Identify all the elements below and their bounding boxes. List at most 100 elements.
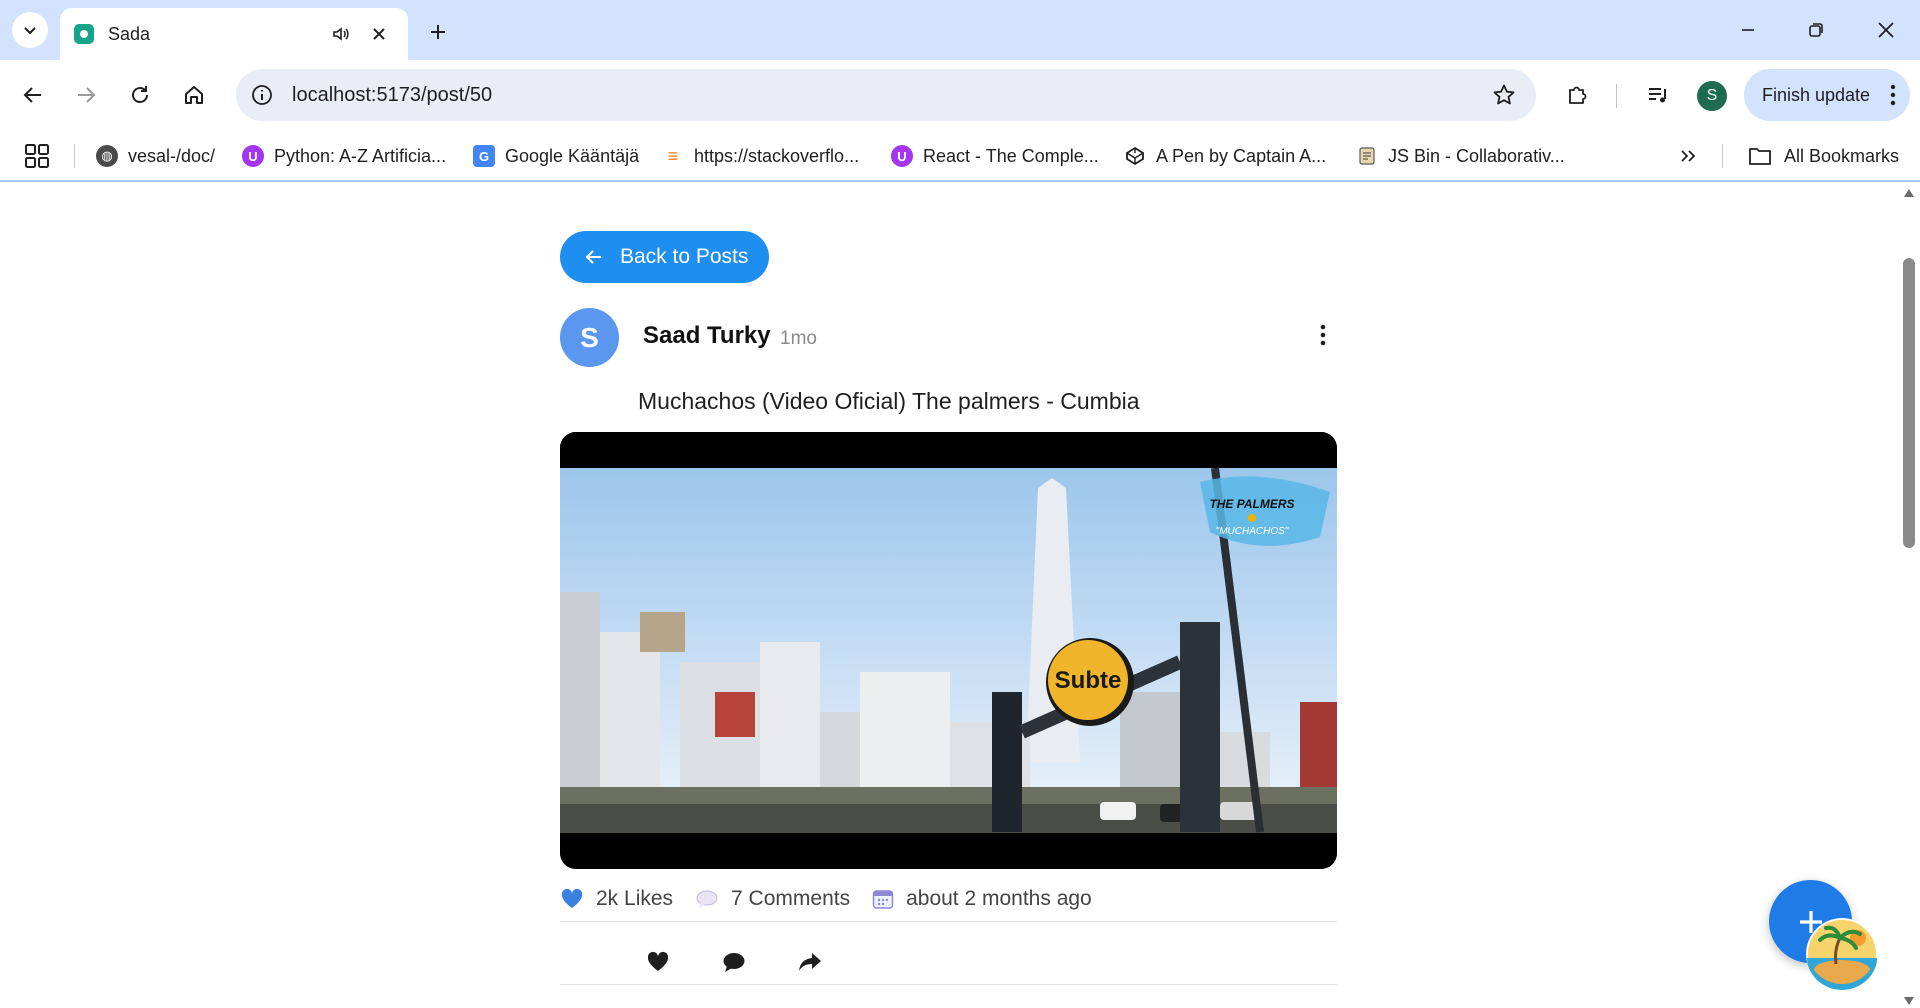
page-scrollbar[interactable] (1898, 184, 1920, 1008)
all-bookmarks-label: All Bookmarks (1784, 145, 1900, 166)
date-stat: about 2 months ago (872, 887, 1092, 911)
browser-tab-active[interactable]: Sada (60, 8, 408, 60)
browser-toolbar: localhost:5173/post/50 S Finish update (0, 60, 1920, 130)
video-frame: Subte THE PALMERS "MUCHACHOS" (560, 432, 1337, 869)
bookmarks-bar: ◍ vesal-/doc/ U Python: A-Z Artificia...… (0, 130, 1920, 182)
all-bookmarks-button[interactable]: All Bookmarks (1748, 142, 1899, 170)
more-vert-icon (1320, 324, 1326, 346)
close-icon (1878, 22, 1894, 38)
share-arrow-icon (799, 953, 821, 971)
udemy-icon: U (891, 145, 913, 167)
arrow-left-icon (585, 250, 601, 264)
post-date: about 2 months ago (906, 887, 1092, 910)
bookmark-star-icon[interactable] (1484, 75, 1524, 115)
like-button[interactable] (640, 944, 676, 980)
page-viewport: Back to Posts S Saad Turky 1mo Muchachos… (0, 184, 1898, 1008)
bookmark-label: Python: A-Z Artificia... (274, 145, 447, 166)
tab-search-button[interactable] (12, 12, 48, 48)
bookmark-label: vesal-/doc/ (128, 145, 216, 166)
comments-count: 7 Comments (731, 887, 851, 910)
speaker-icon[interactable] (326, 19, 356, 49)
back-to-posts-button[interactable]: Back to Posts (560, 231, 769, 283)
video-overlay-subtitle: "MUCHACHOS" (1216, 526, 1289, 537)
author-name[interactable]: Saad Turky (643, 322, 771, 350)
tab-title: Sada (108, 23, 151, 44)
tab-strip: Sada (0, 0, 1920, 60)
finish-update-button[interactable]: Finish update (1744, 69, 1910, 121)
reload-icon (132, 86, 148, 103)
bookmark-vesal-doc[interactable]: ◍ vesal-/doc/ (96, 142, 215, 170)
bookmarks-divider (74, 144, 75, 168)
comments-stat[interactable]: 7 Comments (695, 887, 850, 911)
post-options-button[interactable] (1308, 320, 1338, 350)
toolbar-divider (1616, 84, 1617, 108)
jsbin-icon (1356, 145, 1378, 167)
minimize-button[interactable] (1720, 6, 1776, 54)
back-nav-button[interactable] (13, 75, 53, 115)
finish-update-label: Finish update (1762, 84, 1871, 105)
share-button[interactable] (792, 944, 828, 980)
bookmarks-overflow-button[interactable] (1672, 142, 1704, 170)
divider-bottom (560, 984, 1337, 985)
home-icon (185, 86, 203, 104)
minimize-icon (1742, 29, 1754, 31)
speech-bubble-icon (695, 889, 719, 909)
back-to-posts-label: Back to Posts (620, 245, 749, 268)
likes-stat[interactable]: 2k Likes (560, 887, 673, 911)
bookmark-label: https://stackoverflo... (694, 145, 860, 166)
bookmark-react-course[interactable]: U React - The Comple... (891, 142, 1099, 170)
media-queue-icon (1649, 88, 1666, 103)
profile-avatar[interactable]: S (1697, 81, 1727, 111)
video-player[interactable]: Subte THE PALMERS "MUCHACHOS" (560, 432, 1337, 869)
extensions-button[interactable] (1558, 75, 1598, 115)
plus-icon (431, 25, 445, 39)
address-bar[interactable]: localhost:5173/post/50 (236, 69, 1536, 121)
media-control-button[interactable] (1638, 75, 1678, 115)
video-overlay-title: THE PALMERS (1209, 497, 1294, 511)
post-text: Muchachos (Video Oficial) The palmers - … (638, 388, 1140, 414)
bookmarks-divider (1722, 144, 1723, 168)
restore-button[interactable] (1788, 6, 1844, 54)
url-text[interactable]: localhost:5173/post/50 (292, 84, 1484, 107)
home-button[interactable] (174, 75, 214, 115)
udemy-icon: U (242, 145, 264, 167)
comment-button[interactable] (716, 944, 752, 980)
bookmark-label: JS Bin - Collaborativ... (1388, 145, 1565, 166)
restore-icon (1809, 23, 1823, 37)
scroll-up-arrow-icon[interactable] (1903, 188, 1915, 198)
author-avatar[interactable]: S (560, 308, 619, 367)
island-app-icon[interactable] (1806, 918, 1878, 990)
new-tab-button[interactable] (420, 14, 456, 50)
post-actions (640, 942, 868, 982)
puzzle-icon (1569, 86, 1587, 104)
bookmark-jsbin[interactable]: JS Bin - Collaborativ... (1356, 142, 1565, 170)
reload-button[interactable] (120, 75, 160, 115)
apps-grid-icon[interactable] (24, 143, 50, 169)
calendar-icon (872, 888, 894, 910)
post-stats: 2k Likes 7 Comments about 2 months ago (560, 878, 1337, 920)
scroll-down-arrow-icon[interactable] (1903, 996, 1915, 1006)
chevron-double-right-icon (1681, 150, 1696, 162)
heart-icon (647, 951, 669, 971)
bookmark-google-translate[interactable]: G Google Kääntäjä (473, 142, 639, 170)
divider-top (560, 921, 1337, 922)
bookmark-stackoverflow[interactable]: ≡ https://stackoverflo... (662, 142, 859, 170)
more-vert-icon (1890, 84, 1896, 106)
bookmark-codepen[interactable]: A Pen by Captain A... (1124, 142, 1326, 170)
site-info-icon[interactable] (250, 83, 274, 107)
close-tab-icon[interactable] (364, 19, 394, 49)
close-window-button[interactable] (1858, 6, 1914, 54)
sada-favicon-icon (74, 24, 94, 44)
bookmark-label: Google Kääntäjä (505, 145, 640, 166)
google-translate-icon: G (473, 145, 495, 167)
subte-sign-text: Subte (1055, 667, 1122, 694)
stackoverflow-icon: ≡ (662, 145, 684, 167)
codepen-icon (1124, 145, 1146, 167)
arrow-left-icon (23, 87, 41, 103)
forward-nav-button[interactable] (66, 75, 106, 115)
scroll-thumb[interactable] (1903, 258, 1915, 548)
bookmark-label: A Pen by Captain A... (1156, 145, 1327, 166)
post-time-short: 1mo (780, 328, 817, 349)
likes-count: 2k Likes (596, 887, 674, 910)
bookmark-python-az[interactable]: U Python: A-Z Artificia... (242, 142, 446, 170)
